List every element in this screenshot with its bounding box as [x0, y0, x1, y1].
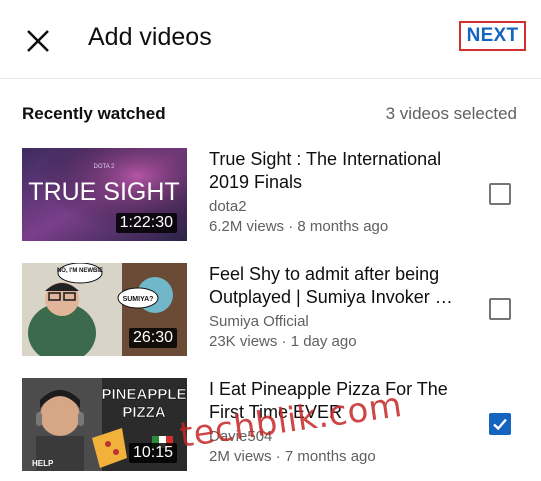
video-thumbnail[interactable]: NO, I'M NEWBIE SUMIYA? 26:30: [22, 263, 187, 356]
video-row[interactable]: NO, I'M NEWBIE SUMIYA? 26:30 Feel Shy to…: [0, 263, 541, 358]
duration-badge: 26:30: [128, 328, 177, 348]
video-row[interactable]: DOTA 2 TRUE SIGHT 1:22:30 True Sight : T…: [0, 148, 541, 243]
svg-text:DOTA 2: DOTA 2: [94, 164, 116, 170]
svg-text:SUMIYA?: SUMIYA?: [123, 296, 154, 303]
svg-text:TRUE SIGHT: TRUE SIGHT: [28, 178, 179, 206]
top-app-bar: Add videos NEXT: [0, 0, 541, 79]
svg-text:PIZZA: PIZZA: [122, 404, 165, 421]
video-thumbnail[interactable]: PINEAPPLE PIZZA HELP 10:15: [22, 378, 187, 471]
video-title[interactable]: True Sight : The International 2019 Fina…: [209, 148, 471, 194]
video-title[interactable]: I Eat Pineapple Pizza For The First Time…: [209, 378, 471, 424]
video-thumbnail[interactable]: DOTA 2 TRUE SIGHT 1:22:30: [22, 148, 187, 241]
channel-name: dota2: [209, 198, 247, 215]
select-checkbox[interactable]: [489, 413, 511, 435]
section-title: Recently watched: [22, 104, 166, 123]
video-meta: 2M views · 7 months ago: [209, 448, 376, 465]
close-icon: [27, 30, 49, 52]
video-meta: 23K views · 1 day ago: [209, 333, 357, 350]
video-row[interactable]: PINEAPPLE PIZZA HELP 10:15 I Eat Pineapp…: [0, 378, 541, 473]
svg-text:PINEAPPLE: PINEAPPLE: [101, 386, 186, 403]
video-meta: 6.2M views · 8 months ago: [209, 218, 389, 235]
checkmark-icon: [493, 418, 507, 431]
next-button[interactable]: NEXT: [459, 21, 526, 51]
duration-badge: 10:15: [128, 443, 177, 463]
select-checkbox[interactable]: [489, 183, 511, 205]
svg-text:NO, I'M NEWBIE: NO, I'M NEWBIE: [57, 268, 103, 274]
close-button[interactable]: [22, 25, 54, 57]
svg-text:HELP: HELP: [32, 459, 54, 468]
page-title: Add videos: [88, 23, 212, 51]
channel-name: Sumiya Official: [209, 313, 309, 330]
video-title[interactable]: Feel Shy to admit after being Outplayed …: [209, 263, 471, 309]
select-checkbox[interactable]: [489, 298, 511, 320]
selected-count: 3 videos selected: [385, 104, 517, 123]
duration-badge: 1:22:30: [115, 213, 177, 233]
channel-name: Davie504: [209, 428, 273, 445]
